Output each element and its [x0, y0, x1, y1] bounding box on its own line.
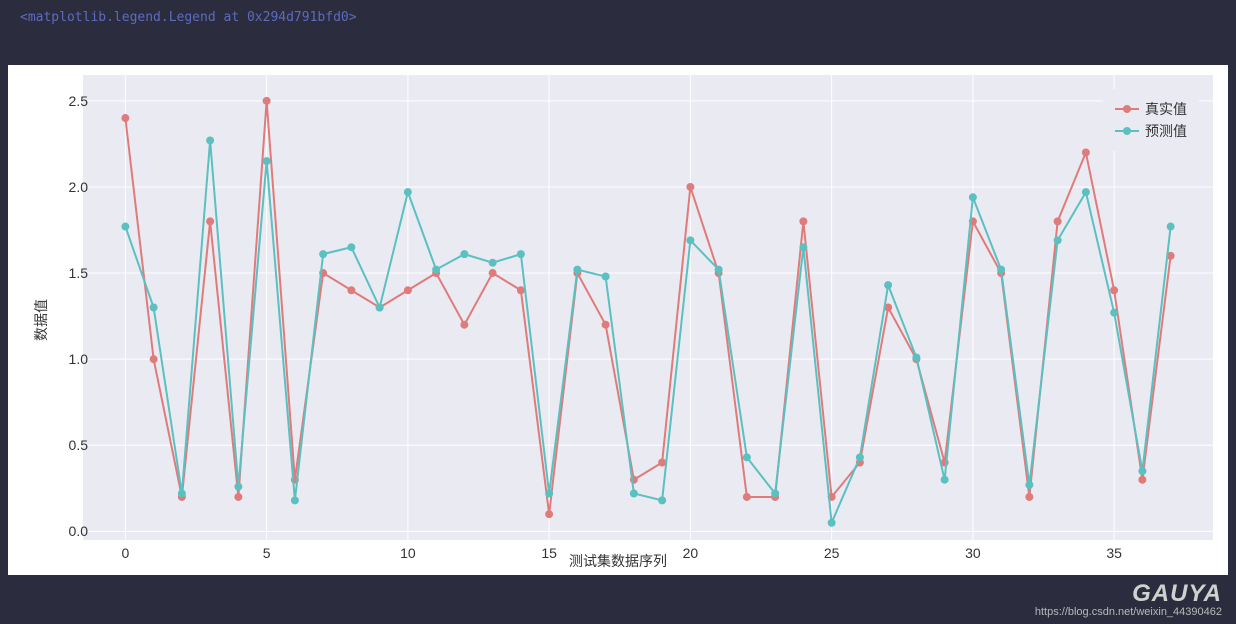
data-point [630, 490, 638, 498]
data-point [1025, 493, 1033, 501]
data-point [263, 157, 271, 165]
legend-item: 预测值 [1115, 121, 1187, 141]
data-point [489, 269, 497, 277]
data-point [121, 114, 129, 122]
x-tick: 30 [965, 545, 981, 561]
data-point [715, 266, 723, 274]
series-line [125, 140, 1170, 522]
y-tick: 1.5 [38, 265, 88, 281]
chart-svg [83, 75, 1213, 540]
data-point [150, 355, 158, 363]
data-point [1025, 481, 1033, 489]
x-tick: 5 [263, 545, 271, 561]
y-axis-label: 数据值 [31, 299, 51, 341]
y-tick: 0.0 [38, 523, 88, 539]
data-point [686, 236, 694, 244]
data-point [206, 136, 214, 144]
data-point [969, 193, 977, 201]
data-point [799, 217, 807, 225]
data-point [1054, 217, 1062, 225]
data-point [856, 453, 864, 461]
data-point [828, 519, 836, 527]
data-point [658, 459, 666, 467]
data-point [1082, 188, 1090, 196]
x-tick: 20 [683, 545, 699, 561]
y-tick: 0.5 [38, 437, 88, 453]
data-point [460, 321, 468, 329]
data-point [912, 353, 920, 361]
data-point [573, 266, 581, 274]
repl-output: <matplotlib.legend.Legend at 0x294d791bf… [0, 0, 1236, 35]
chart-container: 真实值预测值 数据值 测试集数据序列 0.0 0.5 1.0 1.5 2.0 2.5 0 5… [8, 65, 1228, 575]
legend-label: 预测值 [1145, 121, 1187, 141]
x-tick: 10 [400, 545, 416, 561]
data-point [517, 250, 525, 258]
data-point [743, 453, 751, 461]
data-point [291, 496, 299, 504]
data-point [206, 217, 214, 225]
y-tick: 1.0 [38, 351, 88, 367]
y-tick: 2.5 [38, 93, 88, 109]
watermark-url: https://blog.csdn.net/weixin_44390462 [1035, 606, 1222, 618]
data-point [1054, 236, 1062, 244]
legend-item: 真实值 [1115, 99, 1187, 119]
data-point [686, 183, 694, 191]
data-point [1082, 149, 1090, 157]
data-point [347, 243, 355, 251]
data-point [602, 273, 610, 281]
data-point [404, 188, 412, 196]
data-point [545, 510, 553, 518]
data-point [432, 266, 440, 274]
x-tick: 25 [824, 545, 840, 561]
x-tick: 35 [1106, 545, 1122, 561]
watermark-logo: GAUYA [1035, 582, 1222, 606]
data-point [150, 304, 158, 312]
y-tick: 2.0 [38, 179, 88, 195]
data-point [234, 483, 242, 491]
data-point [1110, 286, 1118, 294]
legend-marker-icon [1115, 130, 1139, 132]
data-point [997, 266, 1005, 274]
watermark: GAUYA https://blog.csdn.net/weixin_44390… [1035, 582, 1222, 618]
legend-marker-icon [1115, 108, 1139, 110]
data-point [376, 304, 384, 312]
data-point [1167, 223, 1175, 231]
data-point [489, 259, 497, 267]
data-point [1110, 309, 1118, 317]
data-point [658, 496, 666, 504]
data-point [799, 243, 807, 251]
legend: 真实值预测值 [1103, 89, 1199, 151]
data-point [1138, 476, 1146, 484]
data-point [517, 286, 525, 294]
data-point [1138, 467, 1146, 475]
legend-label: 真实值 [1145, 99, 1187, 119]
data-point [263, 97, 271, 105]
data-point [404, 286, 412, 294]
data-point [743, 493, 751, 501]
data-point [771, 490, 779, 498]
data-point [319, 250, 327, 258]
data-point [460, 250, 468, 258]
x-tick: 0 [121, 545, 129, 561]
x-axis-label: 测试集数据序列 [569, 551, 667, 571]
data-point [602, 321, 610, 329]
data-point [941, 476, 949, 484]
series-line [125, 101, 1170, 514]
data-point [347, 286, 355, 294]
data-point [178, 490, 186, 498]
data-point [545, 490, 553, 498]
data-point [884, 281, 892, 289]
x-tick: 15 [541, 545, 557, 561]
data-point [234, 493, 242, 501]
data-point [121, 223, 129, 231]
plot-area: 真实值预测值 [83, 75, 1213, 540]
